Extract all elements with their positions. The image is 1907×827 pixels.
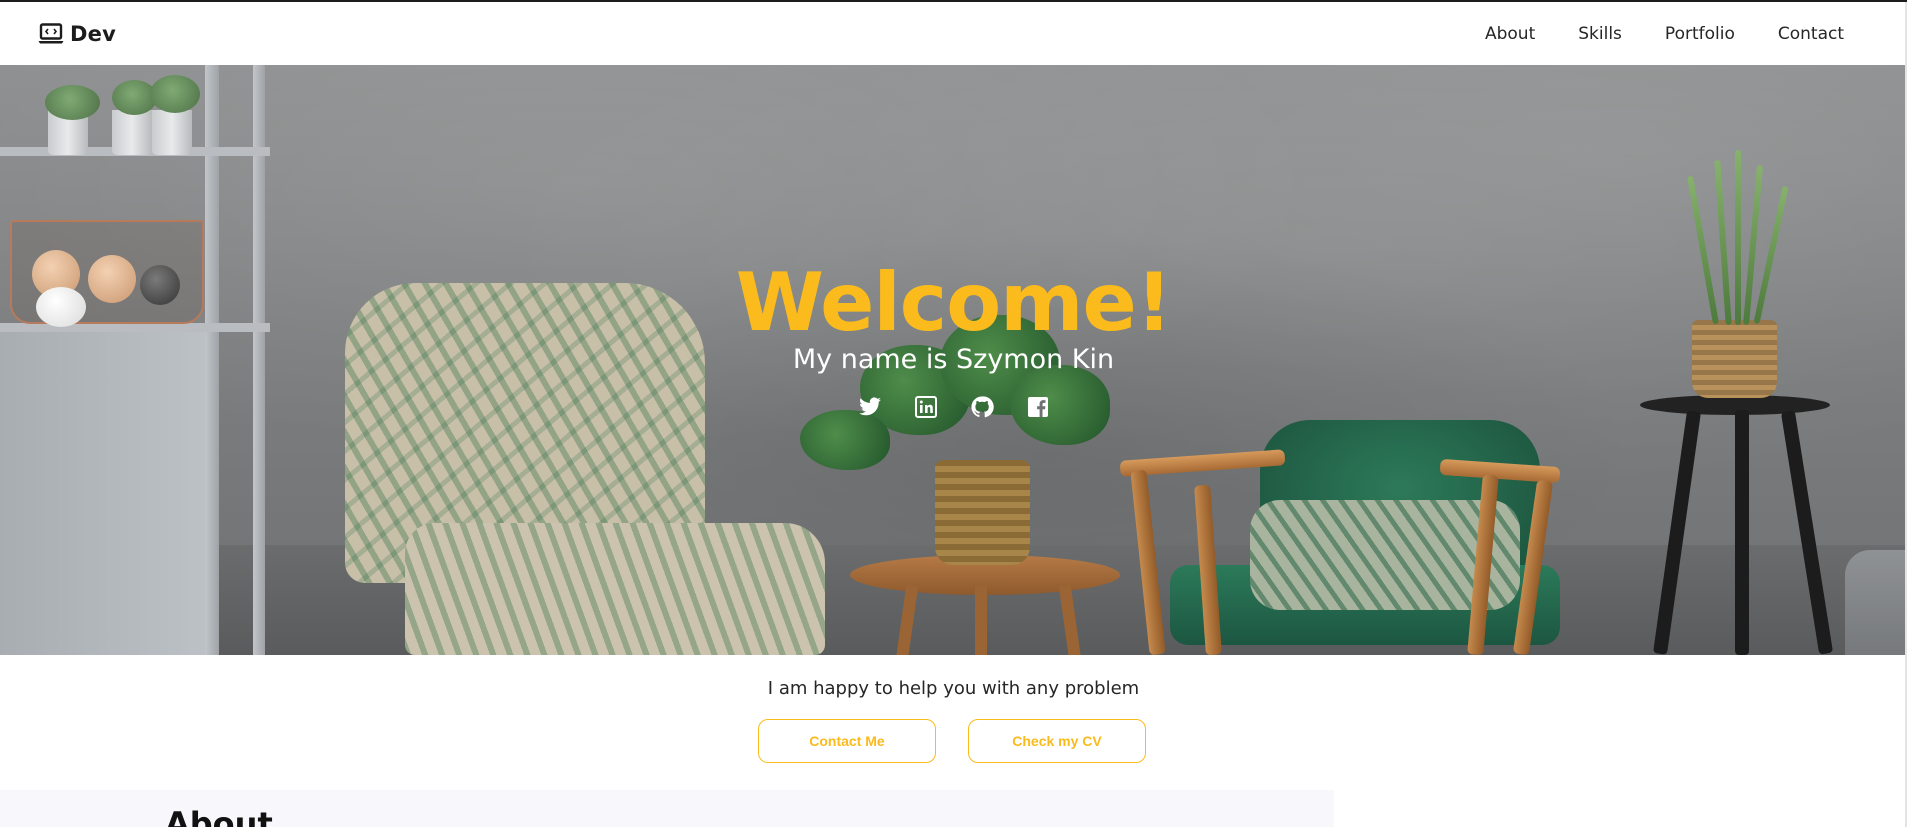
- nav-link-about[interactable]: About: [1485, 24, 1535, 44]
- hero-subtitle: My name is Szymon Kin: [792, 344, 1115, 375]
- check-cv-button[interactable]: Check my CV: [968, 719, 1146, 763]
- nav-link-contact[interactable]: Contact: [1778, 24, 1844, 44]
- page: Dev About Skills Portfolio Contact Welco…: [0, 0, 1907, 827]
- main-navigation: About Skills Portfolio Contact: [1442, 2, 1844, 65]
- github-icon[interactable]: [970, 395, 994, 419]
- intro-tagline: I am happy to help you with any problem: [767, 678, 1140, 699]
- contact-me-button[interactable]: Contact Me: [758, 719, 936, 763]
- facebook-icon[interactable]: [1026, 395, 1050, 419]
- hero-title: Welcome!: [735, 256, 1173, 349]
- twitter-icon[interactable]: [858, 395, 882, 419]
- cta-buttons: Contact Me Check my CV: [758, 719, 1146, 763]
- about-section: About: [0, 790, 1334, 827]
- hero-content: Welcome! My name is Szymon Kin: [0, 65, 1907, 655]
- laptop-code-icon: [38, 22, 64, 45]
- brand-name: Dev: [70, 21, 116, 46]
- nav-link-skills[interactable]: Skills: [1578, 24, 1622, 44]
- about-heading: About: [165, 805, 273, 827]
- nav-link-portfolio[interactable]: Portfolio: [1665, 24, 1735, 44]
- hero-section: Welcome! My name is Szymon Kin: [0, 65, 1907, 655]
- linkedin-icon[interactable]: [914, 395, 938, 419]
- brand-logo-link[interactable]: Dev: [38, 2, 116, 65]
- navbar: Dev About Skills Portfolio Contact: [0, 2, 1907, 65]
- social-links: [0, 395, 1907, 419]
